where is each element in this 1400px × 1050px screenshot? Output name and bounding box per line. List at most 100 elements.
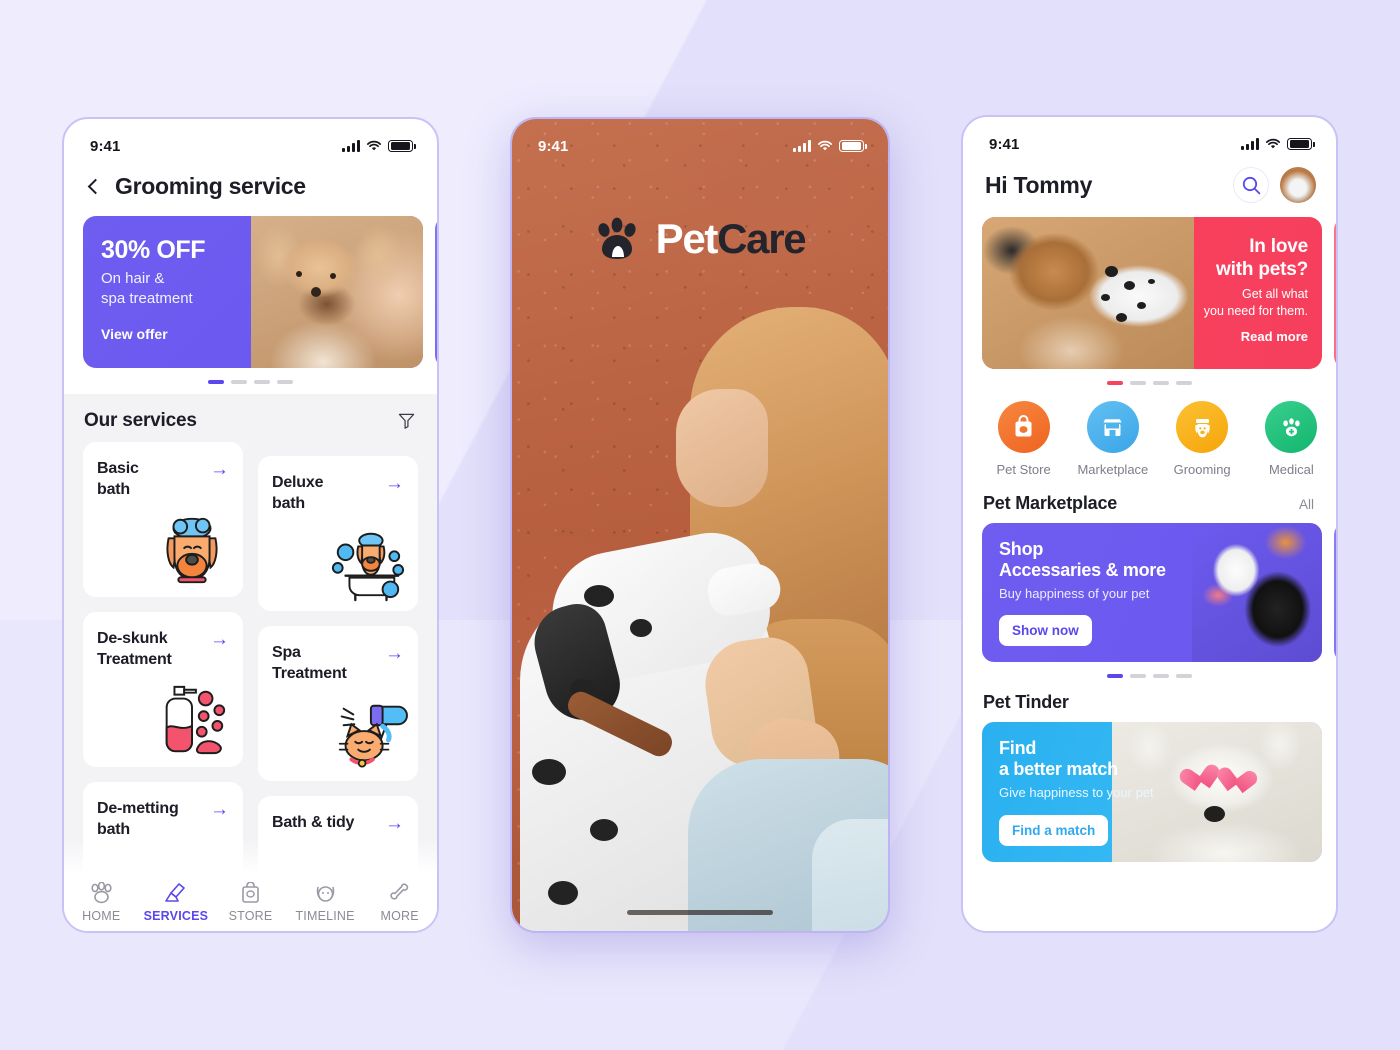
arrow-right-icon[interactable]: → <box>210 800 229 819</box>
section-title-pet-marketplace: Pet Marketplace <box>983 493 1118 513</box>
category-label: Medical <box>1268 462 1314 477</box>
service-label: Deluxe bath <box>272 474 324 513</box>
category-row[interactable]: Pet Store Marketplace Grooming Medical <box>963 395 1336 481</box>
tab-more[interactable]: MORE <box>362 882 437 923</box>
status-time: 9:41 <box>538 137 569 155</box>
hero-sub-1: Get all what <box>1241 287 1308 302</box>
heart-glasses-icon <box>1184 766 1214 794</box>
promo-carousel[interactable]: 30% OFF On hair & spa treatment View off… <box>83 216 437 368</box>
marketplace-all-link[interactable]: All <box>1299 497 1314 512</box>
carousel-dot[interactable] <box>1130 674 1146 678</box>
marketplace-carousel[interactable]: Shop Accessaries & more Buy happiness of… <box>982 523 1336 662</box>
marketplace-dog-photo <box>1192 523 1322 662</box>
services-panel: Our services Basic bath → De-skunk Treat… <box>64 394 437 931</box>
category-medical[interactable]: Medical <box>1247 401 1336 477</box>
service-label: Basic bath <box>97 460 139 499</box>
service-card-deluxe-bath[interactable]: Deluxe bath → <box>258 456 418 611</box>
marketplace-section-header: Pet Marketplace All <box>963 481 1336 523</box>
arrow-right-icon[interactable]: → <box>385 814 404 833</box>
tabbar-fade <box>64 839 437 873</box>
avatar[interactable] <box>1280 167 1316 203</box>
carousel-dot[interactable] <box>231 380 247 384</box>
tinder-section-header: Pet Tinder <box>963 688 1336 722</box>
greeting-title: Hi Tommy <box>985 171 1093 198</box>
arrow-right-icon[interactable]: → <box>210 630 229 649</box>
marketplace-card-next[interactable] <box>1334 523 1336 662</box>
phone-grooming-service: 9:41 Grooming service 30% OFF On hair & … <box>62 117 439 933</box>
carousel-dot[interactable] <box>1130 381 1146 385</box>
promo-carousel-dots[interactable] <box>64 368 437 394</box>
dog-spot <box>584 585 614 607</box>
tinder-headline-1: Find <box>999 738 1037 758</box>
paw-icon <box>91 882 112 904</box>
hero-carousel[interactable]: In love with pets? Get all what you need… <box>982 217 1336 369</box>
cellular-bars-icon <box>342 140 360 152</box>
view-offer-link[interactable]: View offer <box>101 326 168 342</box>
promo-card-next[interactable] <box>435 216 437 368</box>
hero-headline-2: with pets? <box>1216 259 1308 281</box>
dog-spot <box>630 619 652 637</box>
tab-timeline[interactable]: TIMELINE <box>288 882 363 923</box>
cellular-bars-icon <box>1241 138 1259 150</box>
phone-splash: 9:41 PetCare <box>510 117 890 933</box>
pet-tinder-card-wrap[interactable]: Find a better match Give happiness to yo… <box>982 722 1336 862</box>
face-shape <box>676 389 768 507</box>
arrow-right-icon[interactable]: → <box>385 644 404 663</box>
promo-card[interactable]: 30% OFF On hair & spa treatment View off… <box>83 216 423 368</box>
carousel-dot[interactable] <box>208 380 224 384</box>
status-time: 9:41 <box>989 135 1020 153</box>
filter-funnel-icon[interactable] <box>398 413 415 429</box>
hero-card[interactable]: In love with pets? Get all what you need… <box>982 217 1322 369</box>
carousel-dot[interactable] <box>1107 381 1123 385</box>
carousel-dot[interactable] <box>1107 674 1123 678</box>
search-button[interactable] <box>1233 167 1269 203</box>
carousel-dot[interactable] <box>254 380 270 384</box>
phone-home: 9:41 Hi Tommy In love with pets? Get all… <box>961 115 1338 933</box>
find-a-match-button[interactable]: Find a match <box>999 815 1109 846</box>
service-card-basic-bath[interactable]: Basic bath → <box>83 442 243 597</box>
search-icon <box>1242 176 1260 194</box>
promo-sub-line-2: spa treatment <box>101 289 193 307</box>
pet-store-bag-icon <box>997 401 1050 453</box>
battery-icon <box>388 139 416 153</box>
tinder-sub: Give happiness to your pet <box>999 785 1154 800</box>
pet-tinder-card[interactable]: Find a better match Give happiness to yo… <box>982 722 1322 862</box>
grooming-brush-icon <box>165 883 186 902</box>
marketplace-carousel-dots[interactable] <box>963 662 1336 688</box>
hero-dalmatian-photo <box>982 217 1194 369</box>
service-card-de-skunk-treatment[interactable]: De-skunk Treatment → <box>83 612 243 767</box>
tab-store[interactable]: STORE <box>213 882 288 923</box>
carousel-dot[interactable] <box>1176 381 1192 385</box>
hero-sub-2: you need for them. <box>1203 304 1308 319</box>
tab-label: TIMELINE <box>295 909 355 923</box>
arrow-right-icon[interactable]: → <box>210 460 229 479</box>
tab-services[interactable]: SERVICES <box>139 882 214 923</box>
carousel-dot[interactable] <box>1153 674 1169 678</box>
marketplace-sub: Buy happiness of your pet <box>999 586 1150 601</box>
show-now-button[interactable]: Show now <box>999 615 1092 646</box>
arrow-right-icon[interactable]: → <box>385 474 404 493</box>
carousel-dot[interactable] <box>1176 674 1192 678</box>
dog-face-icon <box>316 886 334 902</box>
tab-home[interactable]: HOME <box>64 882 139 923</box>
category-pet-store[interactable]: Pet Store <box>979 401 1068 477</box>
carousel-dot[interactable] <box>277 380 293 384</box>
tinder-headline-2: a better match <box>999 759 1118 779</box>
back-chevron-icon[interactable] <box>87 178 104 195</box>
section-title-our-services: Our services <box>84 410 197 431</box>
service-card-spa-treatment[interactable]: Spa Treatment → <box>258 626 418 781</box>
category-grooming[interactable]: Grooming <box>1158 401 1247 477</box>
status-time: 9:41 <box>90 137 121 155</box>
hero-card-next[interactable] <box>1334 217 1336 369</box>
battery-icon <box>839 139 867 153</box>
hero-carousel-dots[interactable] <box>963 369 1336 395</box>
carousel-dot[interactable] <box>1153 381 1169 385</box>
service-label: De-skunk Treatment <box>97 630 172 669</box>
category-marketplace[interactable]: Marketplace <box>1068 401 1157 477</box>
promo-dog-photo <box>251 216 423 368</box>
category-label: Pet Store <box>996 462 1051 477</box>
marketplace-card[interactable]: Shop Accessaries & more Buy happiness of… <box>982 523 1322 662</box>
tab-label: STORE <box>228 909 273 923</box>
read-more-link[interactable]: Read more <box>1241 329 1308 344</box>
category-label: Marketplace <box>1077 462 1149 477</box>
